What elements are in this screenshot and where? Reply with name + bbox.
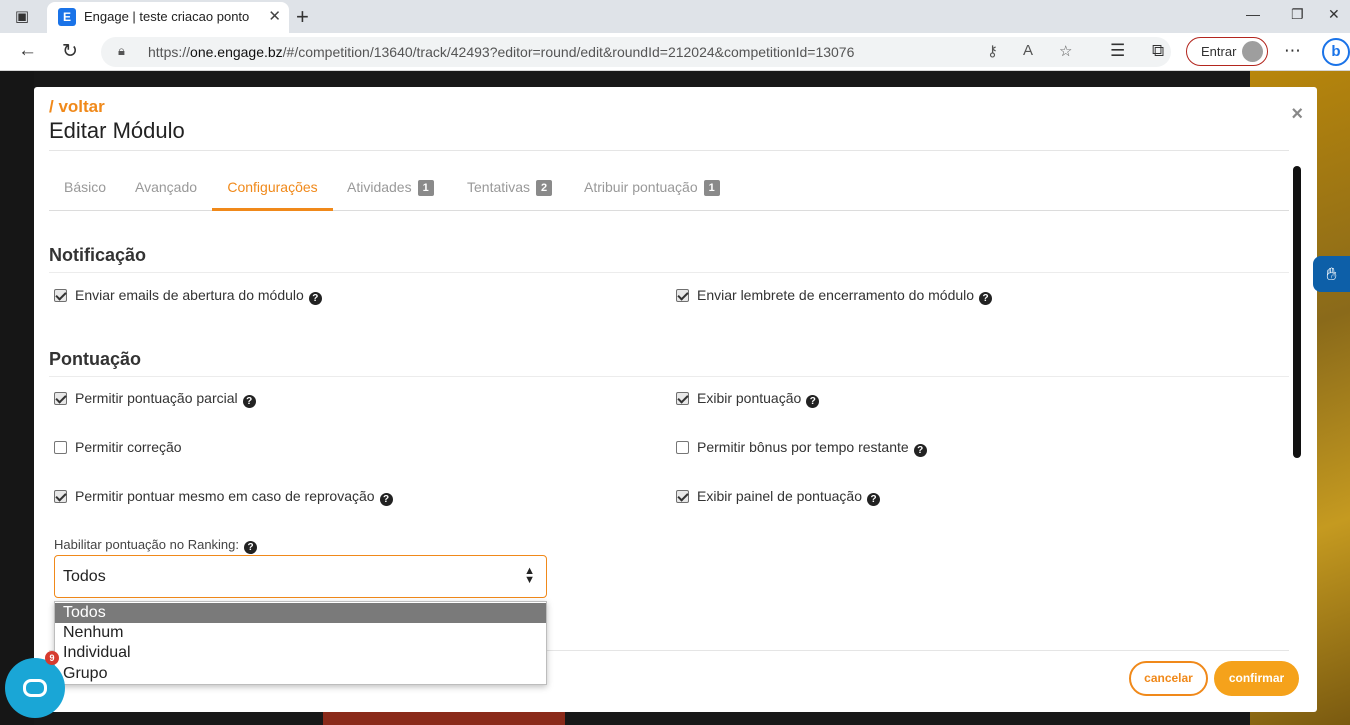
ranking-select-value: Todos: [63, 568, 106, 585]
select-arrows-icon: ▲ ▼: [524, 565, 535, 586]
help-icon[interactable]: ?: [242, 395, 256, 408]
back-link[interactable]: / voltar: [49, 97, 105, 117]
checkbox[interactable]: [54, 289, 67, 302]
dropdown-option-nenhum[interactable]: Nenhum: [55, 623, 546, 643]
section-rule: [49, 272, 1289, 273]
checkbox[interactable]: [676, 490, 689, 503]
option-permitir-correcao[interactable]: Permitir correção: [54, 438, 182, 456]
sign-in-button[interactable]: Entrar: [1186, 37, 1268, 66]
option-pontuar-reprovacao[interactable]: Permitir pontuar mesmo em caso de reprov…: [54, 487, 393, 506]
browser-tab[interactable]: E Engage | teste criacao ponto ✕: [47, 2, 289, 33]
collections-icon[interactable]: ⧉: [1152, 41, 1164, 61]
option-bonus-tempo[interactable]: Permitir bônus por tempo restante?: [676, 438, 927, 457]
chat-button[interactable]: [5, 658, 65, 718]
page-background-strip: [323, 712, 565, 725]
option-pontuacao-parcial[interactable]: Permitir pontuação parcial?: [54, 389, 256, 408]
tab-close-icon[interactable]: ✕: [268, 7, 281, 25]
favorites-icon[interactable]: ☰: [1110, 41, 1125, 61]
hand-sign-icon[interactable]: ✋︎: [1313, 256, 1350, 292]
help-icon[interactable]: ?: [979, 292, 993, 305]
help-icon[interactable]: ?: [379, 493, 393, 506]
dropdown-option-grupo[interactable]: Grupo: [55, 664, 546, 684]
tab-tentativas[interactable]: Tentativas 2: [467, 167, 553, 211]
option-painel-pontuacao[interactable]: Exibir painel de pontuação?: [676, 487, 881, 506]
sign-in-label: Entrar: [1201, 44, 1237, 59]
tab-avancado[interactable]: Avançado: [135, 167, 197, 211]
bing-copilot-icon[interactable]: b: [1322, 38, 1350, 66]
add-favorite-icon[interactable]: ☆: [1059, 42, 1072, 60]
option-lembrete-encerramento[interactable]: Enviar lembrete de encerramento do módul…: [676, 286, 993, 305]
ranking-select[interactable]: Todos ▲ ▼: [54, 555, 547, 598]
back-arrow-icon[interactable]: ←: [18, 40, 37, 62]
reload-icon[interactable]: ↻: [62, 40, 78, 63]
checkbox[interactable]: [676, 289, 689, 302]
tab-atividades[interactable]: Atividades 1: [347, 167, 434, 211]
tab-badge: 2: [536, 180, 553, 196]
browser-tab-title: Engage | teste criacao ponto: [84, 9, 250, 24]
option-emails-abertura[interactable]: Enviar emails de abertura do módulo?: [54, 286, 322, 305]
checkbox[interactable]: [676, 441, 689, 454]
help-icon[interactable]: ?: [806, 395, 820, 408]
help-icon[interactable]: ?: [867, 493, 881, 506]
more-icon[interactable]: ⋯: [1284, 41, 1301, 61]
tab-badge: 1: [417, 180, 434, 196]
modal-scrollbar[interactable]: [1293, 166, 1301, 458]
section-title-notificacao: Notificação: [49, 245, 147, 265]
lock-icon[interactable]: 🔒︎: [118, 43, 125, 59]
chat-icon: [23, 679, 47, 697]
restore-icon[interactable]: ❐: [1291, 6, 1304, 23]
page-background-left: [0, 71, 34, 725]
key-icon[interactable]: ⚷: [987, 42, 998, 60]
help-icon[interactable]: ?: [308, 292, 322, 305]
help-icon[interactable]: ?: [244, 541, 258, 554]
cancel-button[interactable]: cancelar: [1129, 661, 1208, 696]
dropdown-option-todos[interactable]: Todos: [55, 603, 546, 623]
avatar: [1242, 41, 1263, 62]
browser-tab-bar: ▣ E Engage | teste criacao ponto ✕ + — ❐…: [0, 0, 1350, 33]
ranking-label: Habilitar pontuação no Ranking:?: [54, 537, 258, 554]
chat-badge: 9: [45, 651, 59, 665]
tab-atribuir-pontuacao[interactable]: Atribuir pontuação 1: [584, 167, 720, 211]
header-divider: [49, 150, 1289, 151]
checkbox[interactable]: [54, 441, 67, 454]
close-icon[interactable]: ×: [1291, 103, 1303, 126]
section-title-pontuacao: Pontuação: [49, 349, 142, 369]
minimize-icon[interactable]: —: [1246, 6, 1260, 22]
tab-configuracoes[interactable]: Configurações: [212, 167, 333, 211]
address-bar: ← ↻ 🔒︎ https://one.engage.bz/#/competiti…: [0, 33, 1350, 71]
dropdown-option-individual[interactable]: Individual: [55, 643, 546, 663]
tab-badge: 1: [703, 180, 720, 196]
modal-tabs: Básico Avançado Configurações Atividades…: [49, 167, 1289, 211]
confirm-button[interactable]: confirmar: [1214, 661, 1299, 696]
read-aloud-icon[interactable]: A: [1023, 42, 1033, 59]
option-exibir-pontuacao[interactable]: Exibir pontuação?: [676, 389, 820, 408]
window-close-icon[interactable]: ✕: [1328, 6, 1340, 23]
section-rule: [49, 376, 1289, 377]
checkbox[interactable]: [54, 490, 67, 503]
engage-favicon-icon: E: [58, 8, 76, 26]
help-icon[interactable]: ?: [913, 444, 927, 457]
checkbox[interactable]: [54, 392, 67, 405]
modal-title: Editar Módulo: [49, 118, 185, 143]
tab-sidebar-icon[interactable]: ▣: [12, 7, 32, 27]
url-field[interactable]: 🔒︎ https://one.engage.bz/#/competition/1…: [101, 37, 1171, 67]
checkbox[interactable]: [676, 392, 689, 405]
tab-basico[interactable]: Básico: [64, 167, 106, 211]
url-text: https://one.engage.bz/#/competition/1364…: [148, 44, 855, 60]
new-tab-icon[interactable]: +: [296, 4, 309, 30]
ranking-dropdown-list: Todos Nenhum Individual Grupo: [54, 601, 547, 685]
